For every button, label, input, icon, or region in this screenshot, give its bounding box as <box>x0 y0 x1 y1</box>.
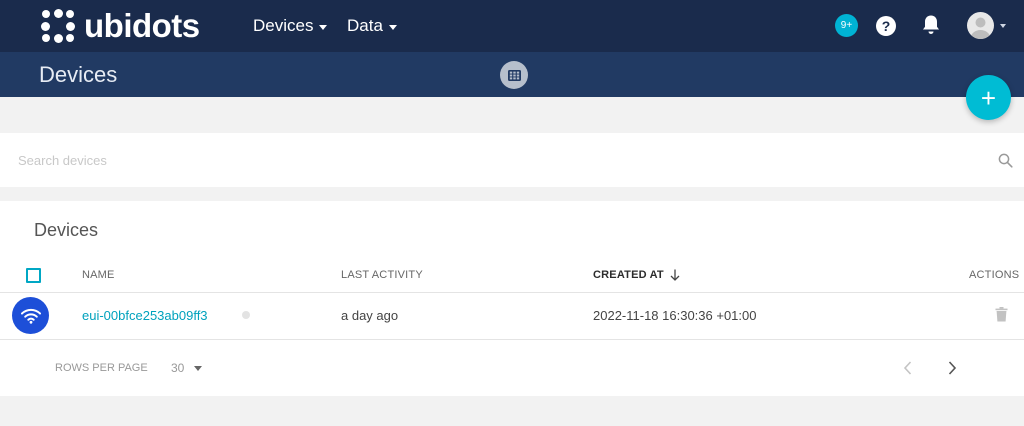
column-header-actions: ACTIONS <box>969 269 1020 281</box>
rows-per-page-label: ROWS PER PAGE <box>55 362 148 374</box>
delete-trash-icon[interactable] <box>995 307 1008 322</box>
device-status-dot <box>242 311 250 319</box>
avatar-caret-down-icon[interactable] <box>1000 24 1006 28</box>
previous-page-icon[interactable] <box>902 360 914 376</box>
wifi-icon <box>20 308 41 324</box>
column-header-created-at[interactable]: CREATED AT <box>593 269 680 281</box>
add-device-button[interactable]: + <box>966 75 1011 120</box>
table-row-divider <box>0 339 1024 340</box>
device-last-activity: a day ago <box>341 308 399 323</box>
search-bar <box>0 133 1024 187</box>
nav-menu-devices[interactable]: Devices <box>253 0 328 52</box>
ubidots-logo[interactable]: ubidots <box>40 6 200 46</box>
rows-per-page-value: 30 <box>171 361 185 375</box>
sort-descending-icon <box>670 269 680 281</box>
page-title: Devices <box>39 62 118 87</box>
search-input[interactable] <box>18 133 978 187</box>
nav-menu-data[interactable]: Data <box>347 0 397 52</box>
next-page-icon[interactable] <box>946 360 958 376</box>
select-all-checkbox[interactable] <box>26 268 41 283</box>
user-silhouette-icon <box>970 17 991 39</box>
logo-text: ubidots <box>84 7 200 44</box>
caret-down-icon <box>319 24 328 30</box>
column-header-created-at-label: CREATED AT <box>593 269 664 281</box>
notification-count-badge[interactable]: 9+ <box>835 14 858 37</box>
help-icon[interactable]: ? <box>876 16 896 36</box>
grid-view-button[interactable] <box>500 61 528 89</box>
nav-menu-devices-label: Devices <box>253 16 314 35</box>
caret-down-icon <box>194 365 203 371</box>
user-avatar[interactable] <box>967 12 994 39</box>
caret-down-icon <box>388 24 397 30</box>
device-wifi-avatar[interactable] <box>12 297 49 334</box>
nav-menu-data-label: Data <box>347 16 383 35</box>
device-created-at: 2022-11-18 16:30:36 +01:00 <box>593 308 757 323</box>
grid-icon <box>507 69 521 81</box>
device-name-link[interactable]: eui-00bfce253ab09ff3 <box>82 308 208 323</box>
search-icon[interactable] <box>998 153 1013 168</box>
devices-table-title: Devices <box>34 220 99 240</box>
rows-per-page-select[interactable]: 30 <box>171 361 203 375</box>
table-header-divider <box>0 292 1024 293</box>
bell-icon[interactable] <box>921 14 941 36</box>
column-header-last-activity[interactable]: LAST ACTIVITY <box>341 269 423 281</box>
devices-table-card <box>0 201 1024 396</box>
column-header-name[interactable]: NAME <box>82 269 115 281</box>
logo-dots-icon <box>40 8 76 44</box>
